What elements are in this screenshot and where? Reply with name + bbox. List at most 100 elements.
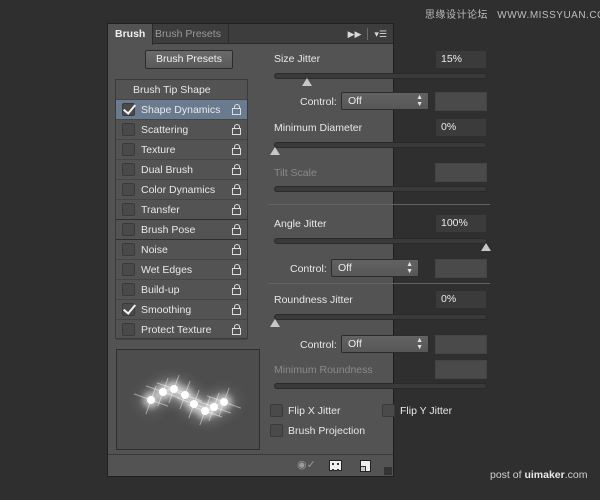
brush-dab xyxy=(159,388,167,396)
roundness-jitter-slider-thumb[interactable] xyxy=(270,319,280,327)
roundness-control-select[interactable]: Off ▲ ▼ xyxy=(341,335,429,353)
section-divider xyxy=(268,204,490,205)
unlock-icon[interactable] xyxy=(232,104,241,115)
flip-y-jitter-checkbox[interactable] xyxy=(382,404,395,417)
brush-dab xyxy=(210,403,218,411)
unlock-icon[interactable] xyxy=(232,284,241,295)
brush-panel: Brush Brush Presets ▶▶ ▾☰ Brush Presets … xyxy=(107,23,491,477)
option-checkbox[interactable] xyxy=(122,323,135,336)
option-checkbox[interactable] xyxy=(122,203,135,216)
option-protect-texture[interactable]: Protect Texture xyxy=(116,320,247,340)
unlock-icon[interactable] xyxy=(232,224,241,235)
watermark-bottom: post of uimaker.com xyxy=(490,469,588,481)
angle-jitter-slider-thumb[interactable] xyxy=(481,243,491,251)
angle-jitter-label: Angle Jitter xyxy=(274,218,327,230)
option-scattering[interactable]: Scattering xyxy=(116,120,247,140)
roundness-jitter-slider[interactable] xyxy=(270,314,487,327)
unlock-icon[interactable] xyxy=(232,304,241,315)
resize-grip[interactable] xyxy=(384,467,392,475)
option-brush-pose[interactable]: Brush Pose xyxy=(116,220,247,240)
tilt-scale-label: Tilt Scale xyxy=(274,167,317,179)
angle-control-select[interactable]: Off ▲ ▼ xyxy=(331,259,419,277)
option-build-up[interactable]: Build-up xyxy=(116,280,247,300)
brush-presets-button[interactable]: Brush Presets xyxy=(145,50,233,69)
create-new-brush-icon[interactable] xyxy=(360,459,371,472)
unlock-icon[interactable] xyxy=(232,164,241,175)
tilt-scale-slider xyxy=(274,186,487,192)
flip-x-jitter-checkbox[interactable] xyxy=(270,404,283,417)
option-checkbox[interactable] xyxy=(122,103,135,116)
option-checkbox[interactable] xyxy=(122,283,135,296)
size-jitter-slider[interactable] xyxy=(274,73,487,86)
size-control-extra-field xyxy=(435,92,487,111)
option-shape-dynamics[interactable]: Shape Dynamics xyxy=(116,100,247,120)
section-divider xyxy=(268,283,490,284)
flip-x-jitter-label: Flip X Jitter xyxy=(288,405,341,417)
unlock-icon[interactable] xyxy=(232,244,241,255)
option-checkbox[interactable] xyxy=(122,123,135,136)
tab-brush-presets[interactable]: Brush Presets xyxy=(148,24,229,44)
footer-icons: ◉✓ xyxy=(297,459,371,472)
option-checkbox[interactable] xyxy=(122,303,135,316)
option-checkbox[interactable] xyxy=(122,143,135,156)
option-color-dynamics[interactable]: Color Dynamics xyxy=(116,180,247,200)
size-control-label: Control: xyxy=(300,96,337,108)
option-label: Wet Edges xyxy=(141,263,193,276)
minimum-roundness-slider xyxy=(274,383,487,389)
panel-tabbar: Brush Brush Presets ▶▶ ▾☰ xyxy=(108,24,393,45)
option-checkbox[interactable] xyxy=(122,223,135,236)
show-brush-grid-icon[interactable] xyxy=(329,460,342,471)
angle-control-label: Control: xyxy=(290,263,327,275)
option-label: Transfer xyxy=(141,203,180,216)
brush-projection-label: Brush Projection xyxy=(288,425,366,437)
tab-brush[interactable]: Brush xyxy=(108,24,154,45)
size-control-select[interactable]: Off ▲ ▼ xyxy=(341,92,429,110)
option-dual-brush[interactable]: Dual Brush xyxy=(116,160,247,180)
brush-options-list: Brush Tip Shape Shape Dynamics Scattering… xyxy=(115,79,248,340)
minimum-diameter-slider[interactable] xyxy=(270,142,487,155)
unlock-icon[interactable] xyxy=(232,204,241,215)
size-jitter-field[interactable]: 15% xyxy=(435,50,487,69)
option-checkbox[interactable] xyxy=(122,243,135,256)
brush-projection-checkbox[interactable] xyxy=(270,424,283,437)
roundness-jitter-field[interactable]: 0% xyxy=(435,290,487,309)
collapse-icon[interactable]: ▶▶ xyxy=(348,29,362,40)
unlock-icon[interactable] xyxy=(232,144,241,155)
unlock-icon[interactable] xyxy=(232,124,241,135)
watermark-bottom-brand: uimaker xyxy=(524,469,565,481)
option-checkbox[interactable] xyxy=(122,263,135,276)
option-transfer[interactable]: Transfer xyxy=(116,200,247,220)
minimum-diameter-label: Minimum Diameter xyxy=(274,122,363,134)
unlock-icon[interactable] xyxy=(232,184,241,195)
option-label: Build-up xyxy=(141,283,180,296)
unlock-icon[interactable] xyxy=(232,324,241,335)
tabbar-icons: ▶▶ ▾☰ xyxy=(348,27,387,41)
option-wet-edges[interactable]: Wet Edges xyxy=(116,260,247,280)
angle-jitter-field[interactable]: 100% xyxy=(435,214,487,233)
option-noise[interactable]: Noise xyxy=(116,240,247,260)
brush-dab xyxy=(181,391,189,399)
option-smoothing[interactable]: Smoothing xyxy=(116,300,247,320)
watermark-top: 思缘设计论坛 WWW.MISSYUAN.COM xyxy=(425,6,600,21)
option-texture[interactable]: Texture xyxy=(116,140,247,160)
size-jitter-slider-thumb[interactable] xyxy=(301,78,312,86)
option-checkbox[interactable] xyxy=(122,183,135,196)
option-label: Smoothing xyxy=(141,303,192,316)
panel-menu-icon[interactable]: ▾☰ xyxy=(374,29,387,40)
brush-dab xyxy=(147,396,155,404)
option-label: Scattering xyxy=(141,123,189,136)
option-label: Shape Dynamics xyxy=(141,103,221,116)
tilt-scale-field xyxy=(435,163,487,182)
roundness-control-value: Off xyxy=(348,338,362,350)
angle-jitter-slider[interactable] xyxy=(274,238,491,251)
roundness-control-extra-field xyxy=(435,335,487,354)
select-arrows-icon: ▲ ▼ xyxy=(406,261,413,275)
brush-dab xyxy=(201,407,209,415)
option-checkbox[interactable] xyxy=(122,163,135,176)
option-brush-tip-shape[interactable]: Brush Tip Shape xyxy=(116,80,247,100)
toggle-live-tip-preview-icon[interactable]: ◉✓ xyxy=(297,459,316,472)
option-label: Noise xyxy=(141,243,168,256)
unlock-icon[interactable] xyxy=(232,264,241,275)
minimum-diameter-field[interactable]: 0% xyxy=(435,118,487,137)
minimum-diameter-slider-thumb[interactable] xyxy=(270,147,280,155)
